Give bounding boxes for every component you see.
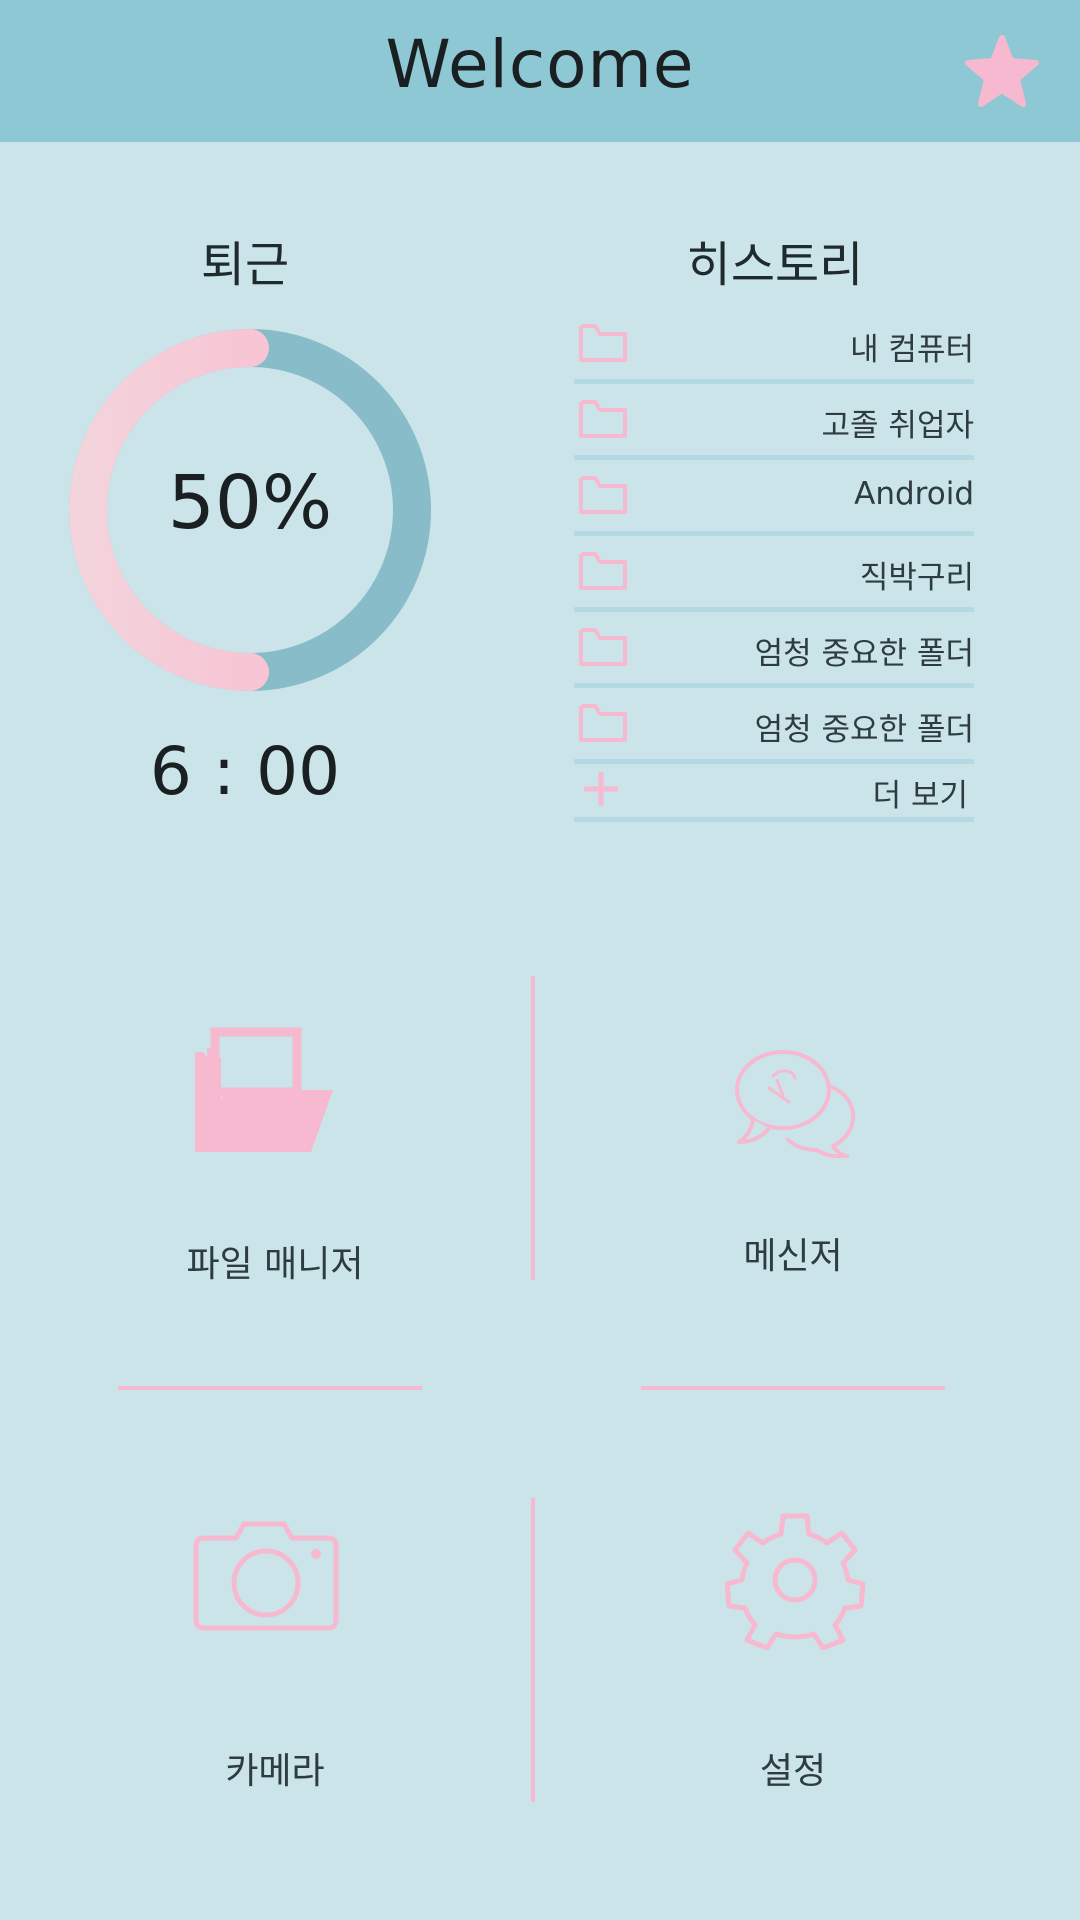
- star-icon[interactable]: [964, 34, 1040, 110]
- messenger-label: 메신저: [743, 1236, 843, 1277]
- grid-divider-top: [531, 976, 535, 1280]
- settings-label: 설정: [759, 1751, 827, 1792]
- camera-label: 카메라: [225, 1751, 325, 1792]
- header-title: Welcome: [385, 26, 695, 103]
- settings-icon: [725, 1513, 865, 1650]
- folder-icon: [579, 324, 627, 362]
- folder-icon: [579, 552, 627, 590]
- settings-tile[interactable]: 설정: [573, 1500, 1013, 1830]
- folder-icon: [579, 704, 627, 742]
- history-item-label: 엄청 중요한 폴더: [754, 636, 974, 672]
- history-item-label: 엄청 중요한 폴더: [754, 712, 974, 748]
- history-more-label: 더 보기: [872, 778, 968, 814]
- home-screen: Welcome 퇴근 50% 6 : 00 히스토리 내 컴퓨터 고졸 취업자 …: [0, 0, 1080, 1920]
- grid-divider-left: [118, 1386, 422, 1390]
- folder-icon: [579, 628, 627, 666]
- history-item-label: Android: [854, 476, 974, 512]
- file-manager-tile[interactable]: 파일 매니저: [55, 980, 495, 1310]
- grid-divider-right: [641, 1386, 945, 1390]
- commute-time: 6 : 00: [149, 733, 341, 810]
- plus-icon: [584, 772, 618, 806]
- history-title: 히스토리: [686, 237, 864, 293]
- history-item[interactable]: 내 컴퓨터: [574, 308, 974, 384]
- history-item-label: 직박구리: [859, 560, 974, 596]
- commute-title: 퇴근: [200, 237, 290, 293]
- history-item[interactable]: 엄청 중요한 폴더: [574, 612, 974, 688]
- history-item[interactable]: Android: [574, 460, 974, 536]
- camera-icon: [193, 1521, 339, 1631]
- commute-progress-text: 50%: [167, 460, 333, 546]
- messenger-tile[interactable]: 메신저: [573, 980, 1013, 1310]
- header-bar: Welcome: [0, 0, 1080, 142]
- history-item-label: 고졸 취업자: [821, 408, 974, 444]
- history-item[interactable]: 엄청 중요한 폴더: [574, 688, 974, 764]
- history-item[interactable]: 직박구리: [574, 536, 974, 612]
- camera-tile[interactable]: 카메라: [55, 1500, 495, 1830]
- history-item[interactable]: 고졸 취업자: [574, 384, 974, 460]
- folder-icon: [579, 400, 627, 438]
- history-more-button[interactable]: 더 보기: [574, 764, 974, 822]
- file-manager-icon: [195, 1027, 333, 1152]
- history-item-label: 내 컴퓨터: [850, 332, 974, 368]
- folder-icon: [579, 476, 627, 514]
- file-manager-label: 파일 매니저: [186, 1244, 364, 1285]
- messenger-icon: [735, 1050, 856, 1158]
- grid-divider-bottom: [531, 1498, 535, 1802]
- history-list: 내 컴퓨터 고졸 취업자 Android 직박구리 엄청 중요한 폴더 엄청 중…: [574, 308, 974, 822]
